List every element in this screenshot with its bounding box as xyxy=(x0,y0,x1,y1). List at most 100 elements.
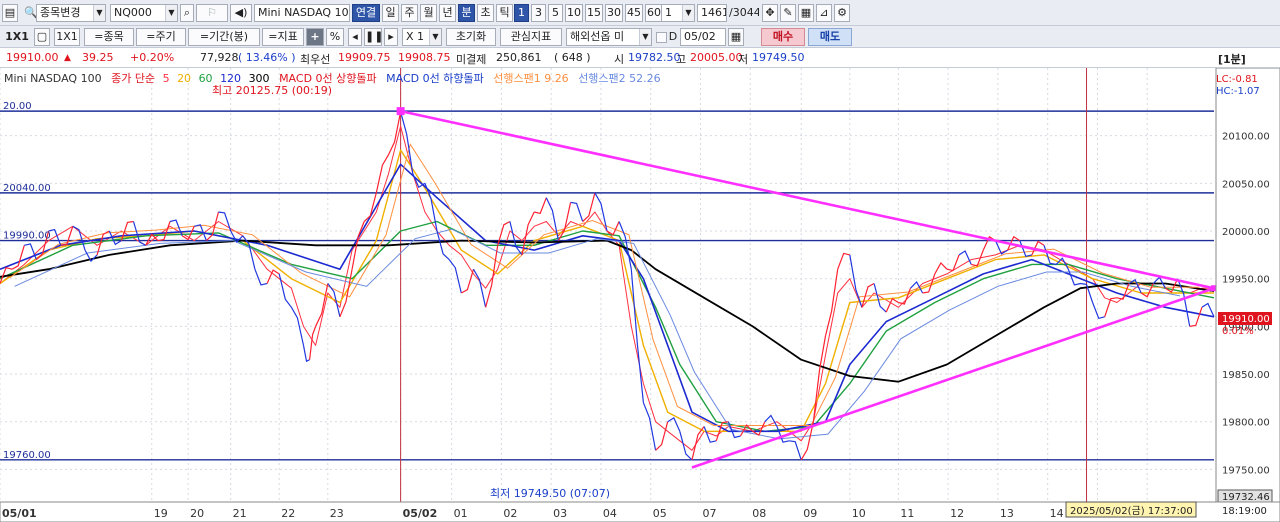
pct-tag: 0.01% xyxy=(1222,326,1254,337)
overseas-select[interactable]: 해외선옵 미 ▼ xyxy=(566,28,652,46)
reset-button[interactable]: 초기화 xyxy=(446,28,496,46)
time-tick-label: 05/02 xyxy=(403,507,438,520)
period-tab-6[interactable]: 틱 xyxy=(496,4,513,22)
open-price: 19782.50 xyxy=(628,51,681,64)
zoom-select[interactable]: X 1 ▼ xyxy=(402,28,442,46)
price-tick-label: 19850.00 xyxy=(1222,370,1270,381)
calendar-icon[interactable]: ▦ xyxy=(728,28,744,46)
date-input[interactable]: 05/02 xyxy=(680,28,726,46)
interval-tab-30[interactable]: 30 xyxy=(605,4,623,22)
period-sync-button[interactable]: =기간(봉) xyxy=(188,28,260,46)
interval-tab-10[interactable]: 10 xyxy=(565,4,583,22)
period-tab-5[interactable]: 초 xyxy=(477,4,494,22)
high-price: 20005.00 xyxy=(690,51,743,64)
bar-total-label: /3044 xyxy=(729,6,760,19)
layout-grid-icon[interactable]: ▢ xyxy=(34,28,50,46)
time-tick-label: 21 xyxy=(233,507,247,520)
volume: 77,928 xyxy=(200,51,239,64)
indicator-sync-button[interactable]: =지표 xyxy=(262,28,304,46)
period-tab-2[interactable]: 월 xyxy=(420,4,437,22)
layout-label: 1X1 xyxy=(5,30,29,43)
sell-button[interactable]: 매도 xyxy=(808,28,852,46)
quote-bar: 19910.00 ▲ 39.25 +0.20% 77,928 ( 13.46% … xyxy=(0,48,1280,68)
time-tick-label: 03 xyxy=(553,507,567,520)
symbol-change-label: 종목변경 xyxy=(40,6,81,19)
horizontal-line-label: 20.00 xyxy=(3,101,32,112)
open-interest: 250,861 xyxy=(496,51,542,64)
window-menu-icon[interactable]: ▤ xyxy=(2,4,18,22)
price-tick-label: 20100.00 xyxy=(1222,132,1270,143)
time-tick-label: 10 xyxy=(852,507,866,520)
hc-label: HC:-1.07 xyxy=(1216,86,1260,97)
add-icon[interactable]: + xyxy=(306,28,324,46)
crosshair-icon[interactable]: ✥ xyxy=(762,4,778,22)
time-tick-label: 20 xyxy=(190,507,204,520)
search-icon[interactable]: ⌕ xyxy=(180,4,194,22)
trendline-handle xyxy=(396,107,405,116)
time-tick-label: 05 xyxy=(653,507,667,520)
legend-macd-down: MACD 0선 하향돌파 xyxy=(386,71,484,85)
symbol-change-select[interactable]: 종목변경 ▼ xyxy=(36,4,106,22)
best-label: 최우선 xyxy=(300,53,331,66)
time-tick-label: 14 xyxy=(1050,507,1064,520)
main-toolbar: ▤ 🔍 종목변경 ▼ NQ000 ▼ ⌕ ⚐ ◀) Mini NASDAQ 10… xyxy=(0,0,1280,26)
buy-button[interactable]: 매수 xyxy=(761,28,805,46)
watch-indicator-button[interactable]: 관심지표 xyxy=(500,28,562,46)
date-checkbox[interactable] xyxy=(656,32,667,43)
cursor-time: 2025/05/02(금) 17:37:00 xyxy=(1070,505,1193,517)
sub-toolbar: 1X1 ▢ 1X1 =종목 =주기 =기간(봉) =지표 + % ◂ ❚❚ ▸ … xyxy=(0,26,1280,48)
percent-button[interactable]: % xyxy=(326,28,344,46)
draw-tool-icon[interactable]: ✎ xyxy=(780,4,796,22)
indicator-icon[interactable]: ⊿ xyxy=(816,4,832,22)
open-interest-label: 미결제 xyxy=(456,53,487,66)
cycle-sync-button[interactable]: =주기 xyxy=(136,28,186,46)
scroll-right-icon[interactable]: ▸ xyxy=(384,28,398,46)
pause-icon[interactable]: ❚❚ xyxy=(364,28,382,46)
high-label: 고 xyxy=(676,53,687,66)
grid-icon[interactable]: ▦ xyxy=(798,4,814,22)
legend-ma-5: 5 xyxy=(163,72,170,85)
current-price: 19910.00 xyxy=(6,51,59,64)
interval-tab-1[interactable]: 1 xyxy=(514,4,529,22)
symbol-code-input[interactable]: NQ000 ▼ xyxy=(110,4,178,22)
link-button[interactable]: 연결 xyxy=(352,4,380,22)
bar-count-input[interactable]: 1461 xyxy=(697,4,727,22)
time-tick-label: 08 xyxy=(752,507,766,520)
period-tab-4[interactable]: 분 xyxy=(458,4,475,22)
cursor-price: 19732.46 xyxy=(1222,492,1270,503)
price-change-pct: +0.20% xyxy=(130,51,175,64)
chevron-down-icon: ▼ xyxy=(429,29,441,45)
speaker-icon[interactable]: ◀) xyxy=(230,4,252,22)
legend-ma-20: 20 xyxy=(177,72,191,85)
interval-input-value: 1 xyxy=(665,6,672,19)
time-tick-label: 12 xyxy=(950,507,964,520)
chevron-down-icon: ▼ xyxy=(682,5,694,21)
time-tick-label: 02 xyxy=(503,507,517,520)
interval-tab-15[interactable]: 15 xyxy=(585,4,603,22)
svg-text:Mini NASDAQ 100 종가 단순: Mini NASDAQ 100 종가 단순 5 20 60 120 300 MA… xyxy=(4,71,661,85)
end-time: 18:19:00 xyxy=(1222,506,1267,517)
time-tick-label: 04 xyxy=(603,507,617,520)
price-chart[interactable]: 20100.0020050.0020000.0019950.0019900.00… xyxy=(0,68,1280,522)
scroll-left-icon[interactable]: ◂ xyxy=(348,28,362,46)
low-price: 19749.50 xyxy=(752,51,805,64)
open-label: 시 xyxy=(614,53,625,66)
item-sync-button[interactable]: =종목 xyxy=(84,28,134,46)
gear-icon[interactable]: ⚙ xyxy=(834,4,850,22)
overseas-value: 해외선옵 미 xyxy=(570,30,625,43)
chevron-down-icon: ▼ xyxy=(165,5,177,21)
interval-tab-3[interactable]: 3 xyxy=(531,4,546,22)
period-tab-3[interactable]: 년 xyxy=(439,4,456,22)
interval-tab-5[interactable]: 5 xyxy=(548,4,563,22)
period-tab-1[interactable]: 주 xyxy=(401,4,418,22)
interval-input[interactable]: 1 ▼ xyxy=(661,4,695,22)
time-tick-label: 23 xyxy=(330,507,344,520)
chart-legend: Mini NASDAQ 100 종가 단순 5 20 60 120 300 MA… xyxy=(4,71,661,85)
legend-ma-60: 60 xyxy=(199,72,213,85)
time-tick-label: 09 xyxy=(803,507,817,520)
best-ask: 19909.75 xyxy=(338,51,391,64)
interval-tab-45[interactable]: 45 xyxy=(625,4,643,22)
period-tab-0[interactable]: 일 xyxy=(382,4,399,22)
alert-icon[interactable]: ⚐ xyxy=(196,4,228,22)
layout-1x1-button[interactable]: 1X1 xyxy=(54,28,80,46)
